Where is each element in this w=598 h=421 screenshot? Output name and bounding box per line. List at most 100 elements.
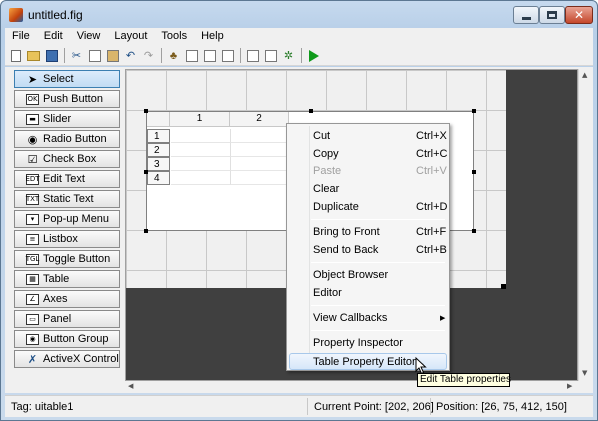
redo-icon[interactable]: ↷ — [140, 47, 157, 64]
table-cell — [231, 171, 289, 185]
palette-label: Edit Text — [43, 173, 85, 185]
palette-label: Panel — [43, 313, 72, 325]
palette-button-group-button[interactable]: ◉ Button Group — [14, 330, 120, 348]
selection-handle[interactable] — [309, 109, 313, 113]
ctx-send-to-back[interactable]: Send to Back Ctrl+B — [289, 242, 447, 259]
menu-view[interactable]: View — [70, 28, 108, 46]
menu-help[interactable]: Help — [194, 28, 231, 46]
minimize-button[interactable] — [513, 6, 539, 24]
selection-handle[interactable] — [472, 229, 476, 233]
ctx-label: Copy — [313, 148, 339, 160]
align-objects-icon[interactable]: ♣ — [165, 47, 182, 64]
scroll-right-icon[interactable]: ▶ — [567, 382, 572, 390]
tab-order-editor-icon[interactable] — [201, 47, 218, 64]
maximize-button[interactable] — [539, 6, 565, 24]
palette-static-text-button[interactable]: TXT Static Text — [14, 190, 120, 208]
radio-button-icon: ◉ — [27, 132, 38, 146]
ctx-label: Clear — [313, 183, 340, 195]
ctx-duplicate[interactable]: Duplicate Ctrl+D — [289, 199, 447, 216]
table-row-header: 3 — [147, 157, 170, 171]
paste-icon[interactable] — [104, 47, 121, 64]
arrow-cursor-icon: ➤ — [27, 72, 38, 86]
toolbar-separator — [64, 48, 65, 63]
edit-text-icon: EDT — [25, 173, 40, 185]
window-title: untitled.fig — [28, 8, 83, 22]
menu-separator — [311, 330, 445, 331]
ctx-label: Duplicate — [313, 201, 359, 213]
open-file-icon[interactable] — [25, 47, 42, 64]
table-cell — [231, 143, 289, 157]
menu-tools[interactable]: Tools — [154, 28, 194, 46]
ctx-cut[interactable]: Cut Ctrl+X — [289, 128, 447, 145]
slider-icon: ▬ — [26, 113, 39, 125]
ctx-shortcut: Ctrl+V — [416, 165, 447, 177]
editor-icon[interactable] — [244, 47, 261, 64]
status-tag: Tag: uitable1 — [11, 401, 74, 413]
menu-editor-icon[interactable] — [183, 47, 200, 64]
ctx-editor[interactable]: Editor — [289, 285, 447, 302]
ctx-label: Table Property Editor... — [313, 356, 425, 368]
table-corner — [147, 112, 170, 127]
palette-edit-text-button[interactable]: EDT Edit Text — [14, 170, 120, 188]
palette-label: Check Box — [43, 153, 97, 165]
table-row-header: 2 — [147, 143, 170, 157]
selection-handle[interactable] — [472, 170, 476, 174]
ctx-shortcut: Ctrl+X — [416, 130, 447, 142]
close-button[interactable]: ✕ — [565, 6, 593, 24]
ctx-label: Bring to Front — [313, 226, 380, 238]
run-figure-icon[interactable] — [305, 47, 322, 64]
tooltip: Edit Table properties — [417, 373, 511, 387]
palette-slider-button[interactable]: ▬ Slider — [14, 110, 120, 128]
cut-icon[interactable]: ✂ — [68, 47, 85, 64]
ctx-bring-to-front[interactable]: Bring to Front Ctrl+F — [289, 224, 447, 241]
title-bar[interactable]: untitled.fig ✕ — [1, 1, 597, 27]
status-position: Position: [26, 75, 412, 150] — [436, 401, 567, 413]
object-browser-icon[interactable]: ✲ — [280, 47, 297, 64]
ctx-copy[interactable]: Copy Ctrl+C — [289, 146, 447, 163]
toolbar-editor-icon[interactable] — [219, 47, 236, 64]
vertical-scrollbar[interactable]: ▲ ▼ — [578, 69, 593, 381]
selection-handle[interactable] — [144, 170, 148, 174]
ctx-property-inspector[interactable]: Property Inspector — [289, 335, 447, 352]
scroll-down-icon[interactable]: ▼ — [582, 369, 587, 377]
ctx-view-callbacks[interactable]: View Callbacks ▶ — [289, 310, 447, 327]
guide-window: untitled.fig ✕ File Edit View Layout Too… — [0, 0, 598, 421]
undo-icon[interactable]: ↶ — [122, 47, 139, 64]
minimize-icon — [521, 16, 531, 20]
palette-check-box-button[interactable]: ☑ Check Box — [14, 150, 120, 168]
palette-push-button[interactable]: OK Push Button — [14, 90, 120, 108]
ctx-shortcut: Ctrl+B — [416, 244, 447, 256]
scroll-left-icon[interactable]: ◀ — [128, 382, 133, 390]
property-inspector-icon[interactable] — [262, 47, 279, 64]
ctx-clear[interactable]: Clear — [289, 181, 447, 198]
palette-toggle-button[interactable]: TGL Toggle Button — [14, 250, 120, 268]
close-icon: ✕ — [573, 8, 585, 22]
palette-radio-button[interactable]: ◉ Radio Button — [14, 130, 120, 148]
new-figure-icon[interactable] — [7, 47, 24, 64]
static-text-icon: TXT — [25, 193, 40, 205]
selection-handle[interactable] — [144, 109, 148, 113]
figure-resize-handle[interactable] — [501, 284, 506, 289]
palette-label: Listbox — [43, 233, 78, 245]
palette-listbox-button[interactable]: ≡ Listbox — [14, 230, 120, 248]
listbox-icon: ≡ — [26, 233, 39, 245]
menu-layout[interactable]: Layout — [107, 28, 154, 46]
palette-panel-button[interactable]: ▭ Panel — [14, 310, 120, 328]
palette-select-button[interactable]: ➤ Select — [14, 70, 120, 88]
menu-edit[interactable]: Edit — [37, 28, 70, 46]
menu-file[interactable]: File — [5, 28, 37, 46]
selection-handle[interactable] — [472, 109, 476, 113]
scroll-up-icon[interactable]: ▲ — [582, 71, 587, 79]
ctx-object-browser[interactable]: Object Browser — [289, 267, 447, 284]
palette-table-button[interactable]: ▦ Table — [14, 270, 120, 288]
selection-handle[interactable] — [144, 229, 148, 233]
table-cell — [171, 157, 231, 171]
palette-activex-button[interactable]: ✗ ActiveX Control — [14, 350, 120, 368]
copy-icon[interactable] — [86, 47, 103, 64]
palette-popup-menu-button[interactable]: ▾ Pop-up Menu — [14, 210, 120, 228]
ctx-shortcut: Ctrl+D — [416, 201, 448, 213]
status-current-point: Current Point: [202, 206] — [314, 401, 434, 413]
palette-axes-button[interactable]: ∠ Axes — [14, 290, 120, 308]
save-icon[interactable] — [43, 47, 60, 64]
table-icon: ▦ — [26, 273, 39, 285]
